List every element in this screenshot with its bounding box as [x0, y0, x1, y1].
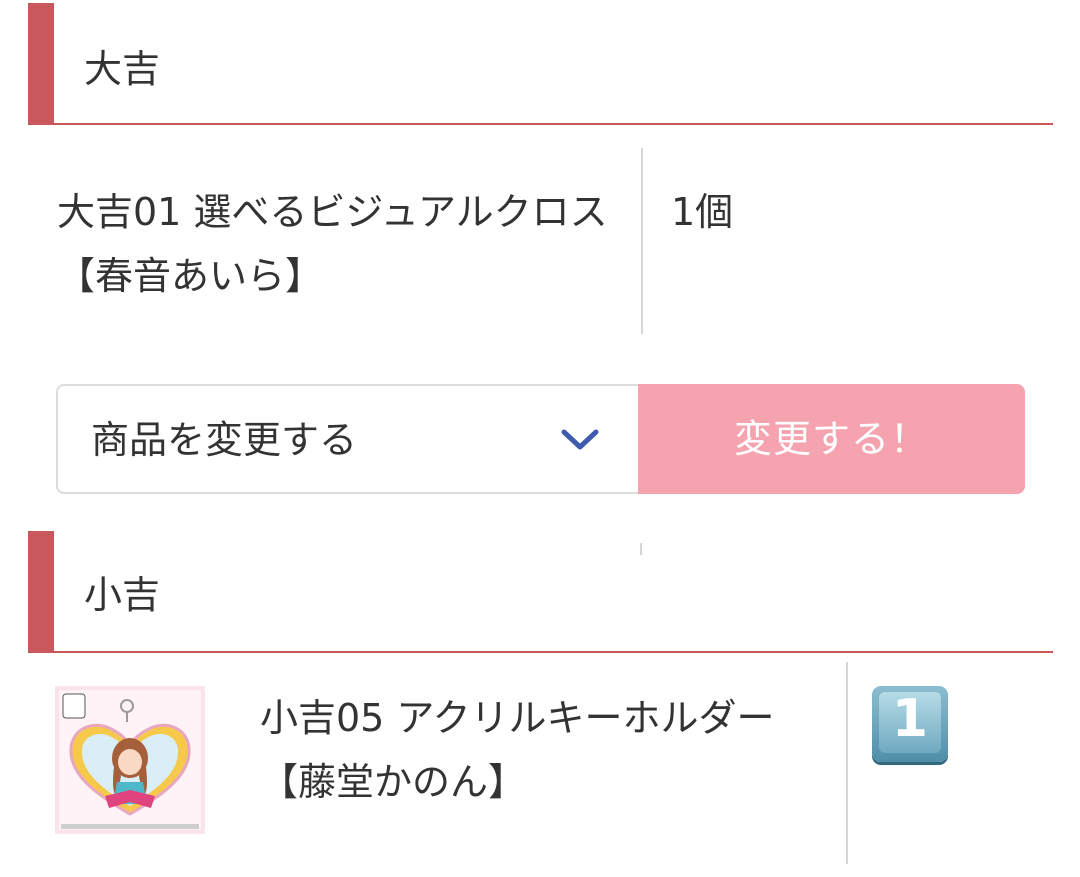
section-header-daikichi: 大吉: [28, 3, 1053, 125]
change-product-select-label: 商品を変更する: [91, 418, 358, 462]
prize-item-name: 小吉05 アクリルキーホルダー【藤堂かのん】: [260, 696, 775, 804]
column-divider: [846, 662, 848, 864]
section-title: 大吉: [84, 47, 161, 91]
keycap-digit-one-icon: 1: [872, 686, 948, 762]
column-divider: [641, 148, 643, 334]
prize-item-name: 大吉01 選べるビジュアルクロス【春音あいら】: [57, 190, 608, 298]
change-product-select[interactable]: 商品を変更する: [56, 384, 640, 494]
section-title: 小吉: [84, 573, 161, 617]
section-accent-bar: [28, 3, 54, 125]
prize-item-quantity: 1個: [671, 190, 734, 234]
section-header-shokichi: 小吉: [28, 531, 1053, 653]
change-button[interactable]: 変更する！: [638, 384, 1025, 494]
prize-item-quantity: 1: [891, 689, 929, 749]
chevron-down-icon: [561, 429, 599, 450]
product-thumbnail: [55, 686, 205, 834]
section-accent-bar: [28, 531, 54, 653]
